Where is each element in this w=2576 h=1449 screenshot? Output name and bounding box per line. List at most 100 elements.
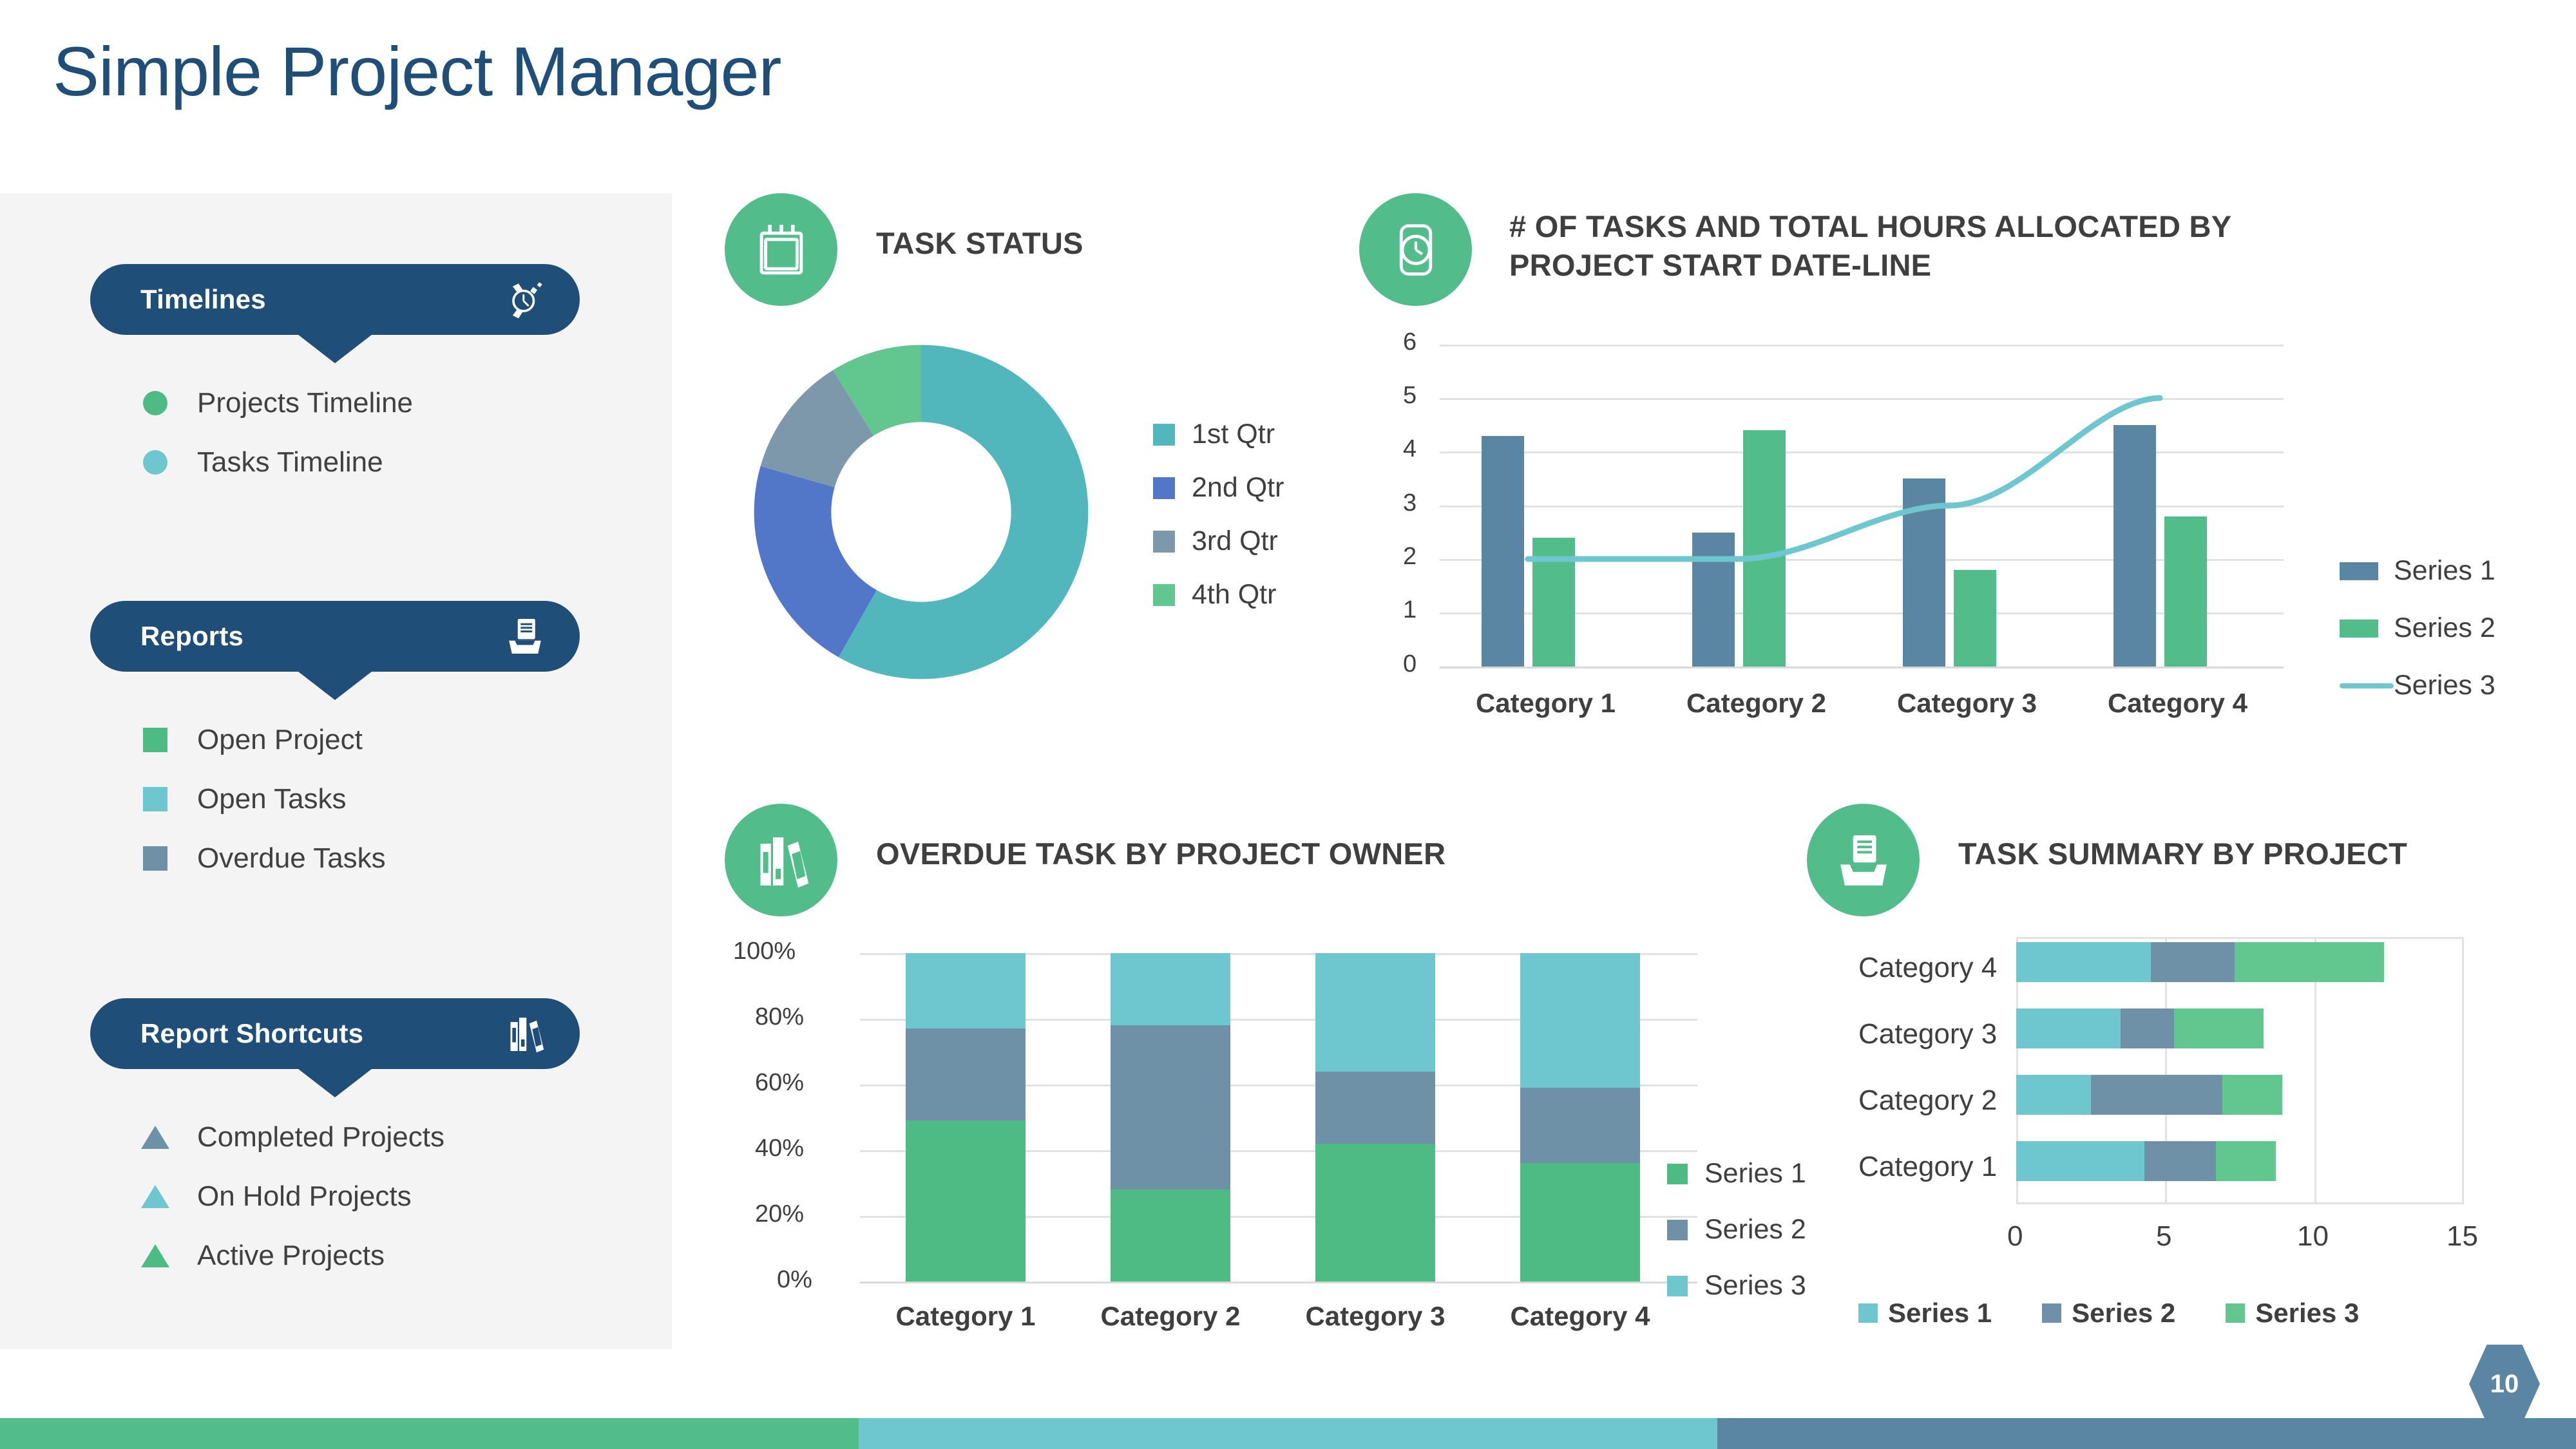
panel-header-summary: TASK SUMMARY BY PROJECT [1807,804,2407,916]
sidebar-item-projects-timeline[interactable]: Projects Timeline [140,374,413,433]
legend-item[interactable]: Series 2 [1667,1214,1806,1245]
sidebar-item-label: Tasks Timeline [197,446,383,478]
stack-series3-category4[interactable] [1520,953,1640,1088]
footer-band-green [0,1418,859,1449]
legend-item[interactable]: 3rd Qtr [1153,526,1284,557]
hbar-series2-category2[interactable] [2091,1075,2222,1115]
sidebar-header-reports[interactable]: Reports [90,601,580,700]
legend-swatch [2226,1303,2246,1323]
legend-swatch [1153,583,1175,606]
stack-series3-category1[interactable] [906,953,1026,1028]
panel-header-tasks-hours: # OF TASKS AND TOTAL HOURS ALLOCATED BY … [1359,193,2364,306]
stack-series1-category3[interactable] [1315,1144,1435,1282]
square-icon [140,844,170,873]
hbar-series2-category3[interactable] [2121,1009,2174,1048]
legend-item[interactable]: Series 1 [1667,1158,1806,1189]
sidebar-item-label: Open Project [197,724,363,755]
sidebar-header-label: Reports [140,621,244,651]
sidebar-item-overdue-tasks[interactable]: Overdue Tasks [140,829,386,888]
legend-line-swatch [2340,683,2394,688]
sidebar-item-open-project[interactable]: Open Project [140,710,386,770]
stack-series2-category1[interactable] [906,1028,1026,1121]
page-number-badge: 10 [2469,1345,2540,1423]
footer-bar [0,1418,2576,1449]
x-tick: Category 2 [1100,1301,1241,1331]
summary-hbar-chart: Category 4 Category 3 Category 2 Categor… [1817,921,2499,1320]
pill-notch [295,332,375,363]
legend-item[interactable]: 2nd Qtr [1153,472,1284,504]
tasks-hours-legend: Series 1 Series 2 Series 3 [2340,555,2495,723]
pill-notch [295,1066,375,1097]
panel-title: # OF TASKS AND TOTAL HOURS ALLOCATED BY … [1509,209,2231,283]
sidebar-header-timelines[interactable]: Timelines [90,264,580,363]
dot-icon [140,448,170,477]
dot-icon [140,388,170,418]
sidebar-item-completed-projects[interactable]: Completed Projects [140,1108,444,1167]
x-tick: Category 1 [895,1301,1036,1331]
hbar-series1-category1[interactable] [2016,1141,2144,1181]
clock-icon [1359,193,1472,306]
legend-item[interactable]: Series 3 [2340,670,2495,701]
y-tick: 100% [733,938,796,965]
stack-series1-category4[interactable] [1520,1163,1640,1282]
sidebar-header-label: Timelines [140,284,266,314]
stack-series3-category2[interactable] [1111,953,1230,1025]
legend-item[interactable]: 1st Qtr [1153,419,1284,450]
stack-series3-category3[interactable] [1315,953,1435,1072]
page-title: Simple Project Manager [53,32,782,110]
y-tick: Category 2 [1858,1084,1998,1116]
overdue-stacked-chart: 100% 80% 60% 40% 20% 0% Category 1 Categ… [721,927,1697,1331]
legend-swatch [2042,1303,2062,1323]
hbar-series1-category3[interactable] [2016,1009,2121,1048]
overdue-legend: Series 1 Series 2 Series 3 [1667,1158,1806,1323]
x-tick: Category 4 [1510,1301,1650,1331]
y-tick: Category 1 [1858,1151,1998,1182]
sidebar: Timelines Projects Timeline Tasks Timeli… [0,193,672,1349]
stack-series1-category1[interactable] [906,1121,1026,1282]
x-tick: Category 2 [1686,688,1827,718]
panel-header-overdue: OVERDUE TASK BY PROJECT OWNER [725,804,1445,916]
stack-series2-category2[interactable] [1111,1025,1230,1189]
legend-item[interactable]: Series 3 [2226,1298,2359,1329]
panel-header-task-status: TASK STATUS [725,193,1083,306]
legend-item[interactable]: Series 2 [2042,1298,2175,1329]
panel-title: OVERDUE TASK BY PROJECT OWNER [876,837,1446,871]
task-status-legend: 1st Qtr 2nd Qtr 3rd Qtr 4th Qtr [1153,419,1284,632]
hbar-series3-category2[interactable] [2222,1075,2282,1115]
wristwatch-icon [499,273,551,326]
sidebar-item-active-projects[interactable]: Active Projects [140,1226,444,1285]
legend-label: Series 1 [1704,1158,1806,1189]
stack-series2-category3[interactable] [1315,1072,1435,1144]
legend-item[interactable]: Series 1 [2340,555,2495,587]
hbar-series1-category4[interactable] [2016,942,2151,982]
stack-series1-category2[interactable] [1111,1189,1230,1282]
legend-item[interactable]: Series 3 [1667,1270,1806,1302]
hbar-series3-category1[interactable] [2216,1141,2276,1181]
sidebar-item-open-tasks[interactable]: Open Tasks [140,770,386,829]
legend-item[interactable]: Series 1 [1858,1298,1992,1329]
legend-label: Series 3 [1704,1270,1806,1301]
hbar-series2-category4[interactable] [2151,942,2235,982]
sidebar-section-reports: Reports [90,601,580,700]
legend-swatch [1667,1275,1688,1296]
legend-item[interactable]: 4th Qtr [1153,579,1284,611]
calendar-icon [725,193,837,306]
sidebar-item-tasks-timeline[interactable]: Tasks Timeline [140,433,413,492]
hbar-series3-category4[interactable] [2235,942,2384,982]
line-series3[interactable] [1372,316,2338,715]
legend-swatch [1858,1303,1878,1323]
hbar-series3-category3[interactable] [2174,1009,2264,1048]
sidebar-header-report-shortcuts[interactable]: Report Shortcuts [90,998,580,1097]
task-status-donut-chart [754,345,1089,679]
hbar-series2-category1[interactable] [2144,1141,2216,1181]
y-tick: 80% [755,1003,805,1030]
sidebar-item-on-hold-projects[interactable]: On Hold Projects [140,1167,444,1226]
legend-label: 1st Qtr [1192,419,1275,450]
legend-swatch [1667,1163,1688,1184]
hbar-series1-category2[interactable] [2016,1075,2091,1115]
panel-title: TASK SUMMARY BY PROJECT [1958,837,2408,871]
legend-item[interactable]: Series 2 [2340,612,2495,644]
legend-label: 2nd Qtr [1192,472,1284,503]
stack-series2-category4[interactable] [1520,1088,1640,1163]
dashboard-slide: Simple Project Manager Timelines Project… [0,0,2576,1449]
